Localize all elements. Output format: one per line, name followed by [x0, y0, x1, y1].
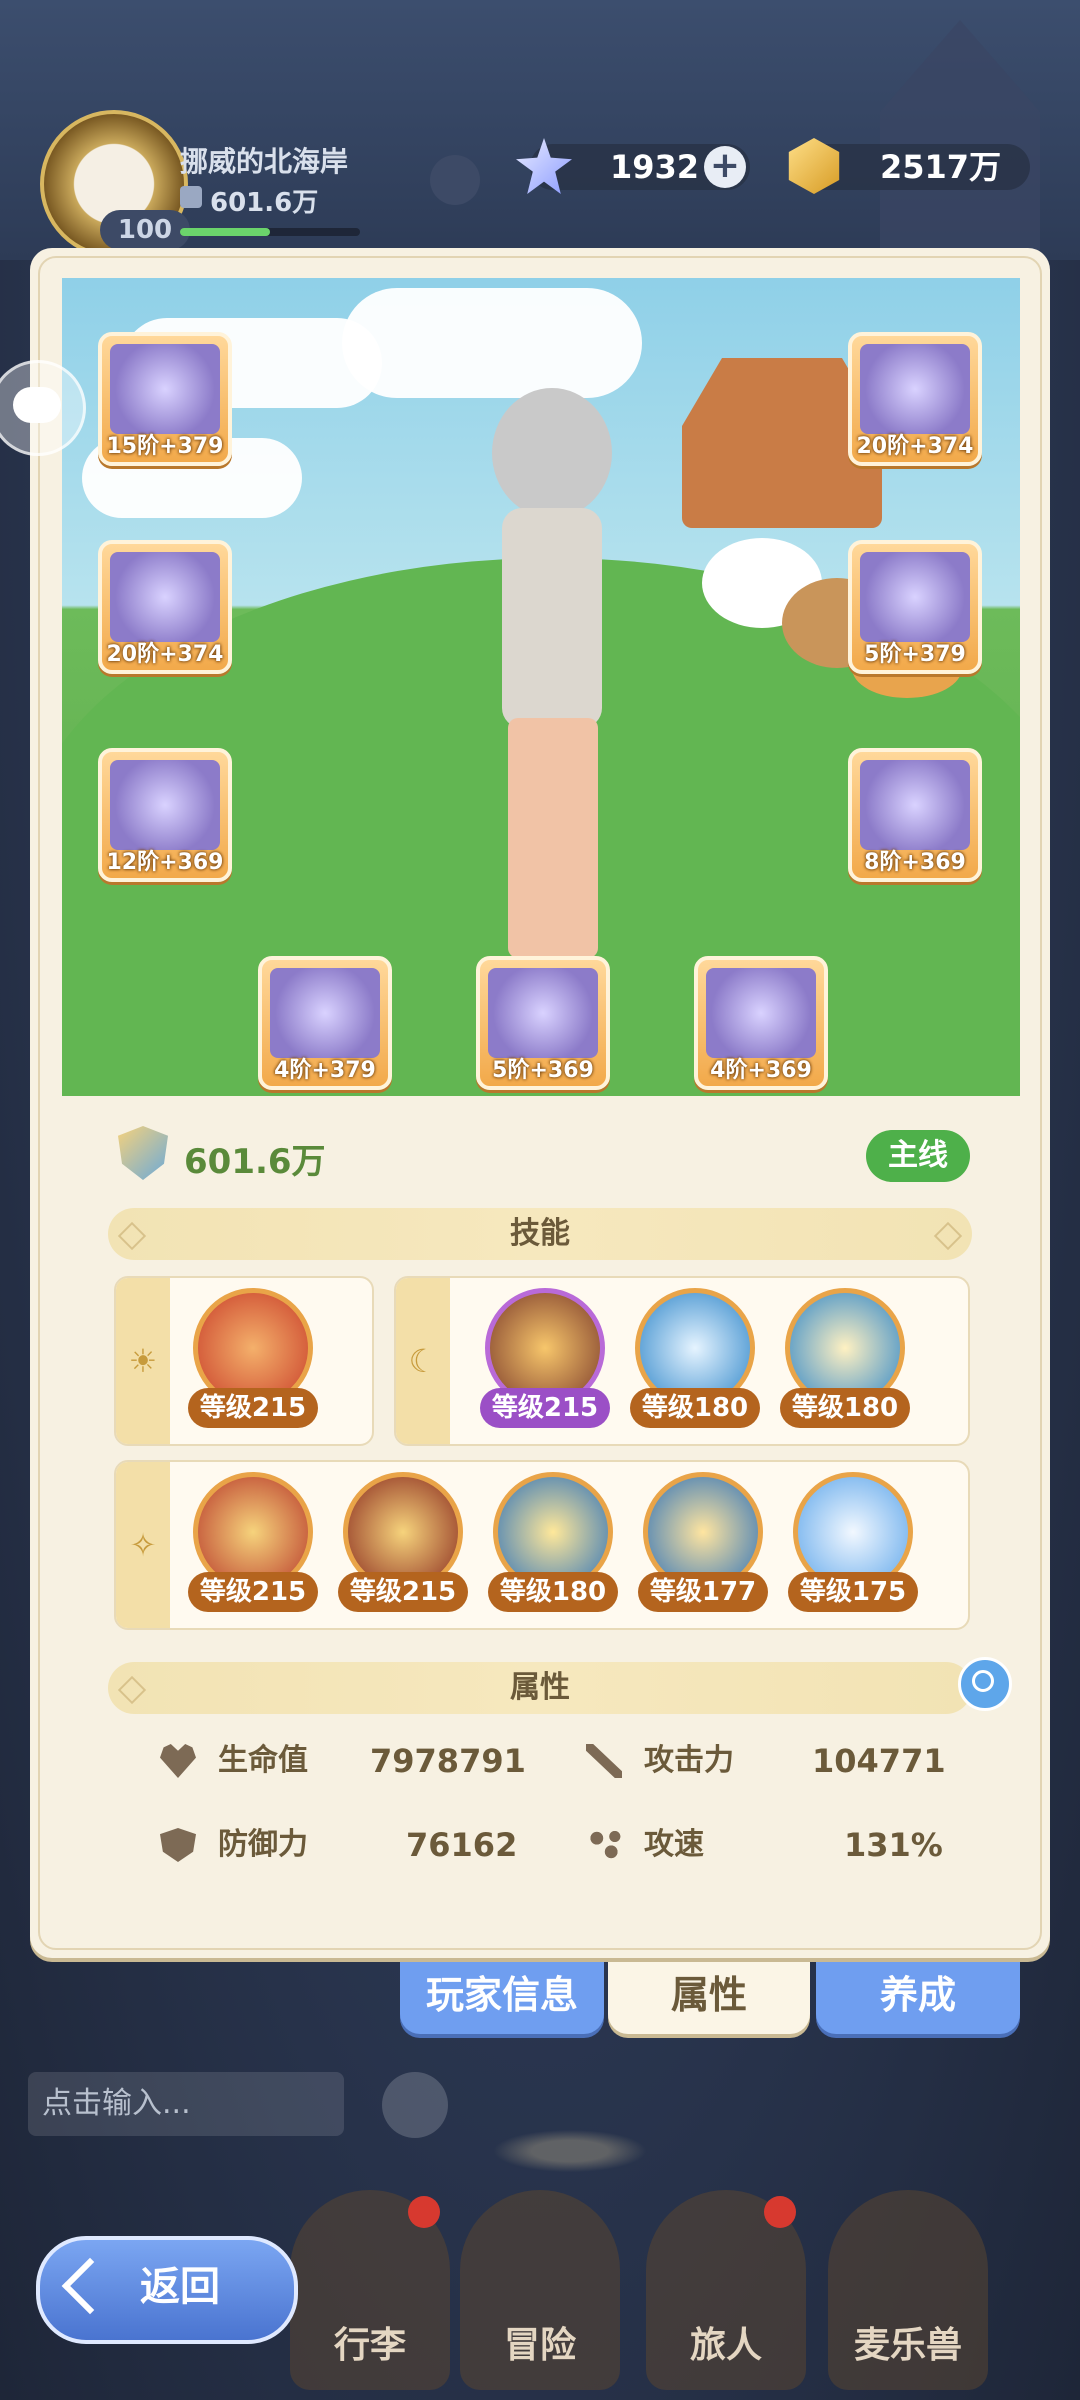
amulet-icon — [706, 968, 816, 1058]
heart-icon — [160, 1744, 196, 1778]
emoji-icon[interactable] — [382, 2072, 448, 2138]
star-icon: ✧ — [116, 1462, 170, 1628]
boots-icon — [860, 760, 970, 850]
ring-icon — [270, 968, 380, 1058]
equip-slot-boots[interactable]: 8阶+369 — [848, 748, 982, 882]
attr-atk: 攻击力 104771 — [586, 1736, 986, 1786]
def-value: 76162 — [406, 1826, 518, 1864]
belt-icon — [110, 760, 220, 850]
gauntlet-icon — [860, 552, 970, 642]
weapon-icon — [110, 344, 220, 434]
crossed-swords-icon — [586, 1744, 622, 1778]
character-panel: 15阶+379 20阶+374 20阶+374 5阶+379 12阶+369 8… — [30, 248, 1050, 2176]
gold-value: 2517万 — [880, 148, 1002, 186]
xp-bar — [180, 228, 360, 236]
equip-slot-ring[interactable]: 4阶+379 — [258, 956, 392, 1090]
equip-slot-belt[interactable]: 12阶+369 — [98, 748, 232, 882]
gem-value: 1932 — [610, 148, 700, 186]
equip-slot-armor[interactable]: 20阶+374 — [98, 540, 232, 674]
player-name: 挪威的北海岸 — [180, 145, 349, 178]
skill-slot[interactable]: 等级180 — [780, 1288, 910, 1428]
attr-spd: 攻速 131% — [586, 1820, 986, 1870]
back-arrow-icon — [61, 2257, 119, 2315]
attributes-header: 属性 — [108, 1662, 972, 1714]
attr-def: 防御力 76162 — [160, 1820, 560, 1870]
notification-dot — [764, 2196, 796, 2228]
armor-icon — [110, 552, 220, 642]
search-icon[interactable] — [958, 1657, 1012, 1711]
spd-value: 131% — [844, 1826, 943, 1864]
sun-icon: ☀ — [116, 1278, 170, 1444]
equip-slot-amulet[interactable]: 4阶+369 — [694, 956, 828, 1090]
back-button[interactable]: 返回 — [36, 2236, 298, 2344]
combat-power-value: 601.6万 — [184, 1142, 326, 1182]
skill-slot[interactable]: 等级215 — [480, 1288, 610, 1428]
skill-group-sun: ☀ 等级215 — [114, 1276, 374, 1446]
necklace-icon — [488, 968, 598, 1058]
power-shield-icon — [118, 1126, 168, 1180]
add-gems-button[interactable]: + — [704, 146, 746, 188]
equip-slot-gauntlet[interactable]: 5阶+379 — [848, 540, 982, 674]
shield-icon — [180, 186, 202, 208]
skill-slot[interactable]: 等级180 — [488, 1472, 618, 1612]
skills-header: 技能 — [108, 1208, 972, 1260]
equip-slot-helmet[interactable]: 20阶+374 — [848, 332, 982, 466]
skill-slot[interactable]: 等级215 — [338, 1472, 468, 1612]
gold-counter: 2517万 — [788, 138, 1030, 194]
player-level: 100 — [100, 210, 190, 250]
moon-icon: ☾ — [396, 1278, 450, 1444]
skill-slot[interactable]: 等级215 — [188, 1288, 318, 1428]
guild-icon[interactable] — [430, 155, 480, 205]
equip-slot-necklace[interactable]: 5阶+369 — [476, 956, 610, 1090]
notification-dot — [408, 2196, 440, 2228]
skill-slot[interactable]: 等级175 — [788, 1472, 918, 1612]
player-header[interactable]: 100 挪威的北海岸 601.6万 — [20, 110, 420, 258]
player-power: 601.6万 — [210, 188, 319, 218]
equip-slot-weapon[interactable]: 15阶+379 — [98, 332, 232, 466]
mainline-badge[interactable]: 主线 — [866, 1130, 970, 1182]
tab-attributes[interactable]: 属性 — [608, 1962, 810, 2034]
skill-group-moon: ☾ 等级215 等级180 等级180 — [394, 1276, 970, 1446]
player-character[interactable] — [452, 388, 652, 968]
nav-adventure[interactable]: 冒险 — [460, 2190, 620, 2390]
nav-pet[interactable]: 麦乐兽 — [828, 2190, 988, 2390]
skill-slot[interactable]: 等级180 — [630, 1288, 760, 1428]
atk-value: 104771 — [812, 1742, 946, 1780]
attack-speed-icon — [586, 1828, 622, 1862]
helmet-icon — [860, 344, 970, 434]
chat-input[interactable]: 点击输入... — [28, 2072, 344, 2136]
attr-hp: 生命值 7978791 — [160, 1736, 560, 1786]
skill-slot[interactable]: 等级177 — [638, 1472, 768, 1612]
gem-counter: 1932 + — [516, 138, 750, 194]
hp-value: 7978791 — [370, 1742, 526, 1780]
skill-slot[interactable]: 等级215 — [188, 1472, 318, 1612]
panel-ornament — [480, 2126, 660, 2176]
skill-group-star: ✧ 等级215 等级215 等级180 等级177 等级175 — [114, 1460, 970, 1630]
tab-grow[interactable]: 养成 — [816, 1962, 1020, 2034]
tab-player-info[interactable]: 玩家信息 — [400, 1962, 604, 2034]
nav-luggage[interactable]: 行李 — [290, 2190, 450, 2390]
shield-icon — [160, 1828, 196, 1862]
nav-traveler[interactable]: 旅人 — [646, 2190, 806, 2390]
